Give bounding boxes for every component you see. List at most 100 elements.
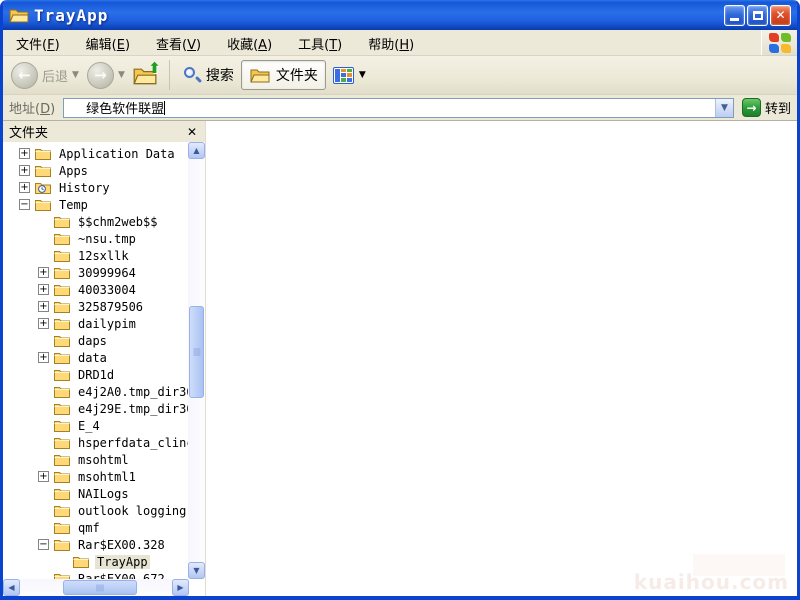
expand-icon[interactable]: + <box>38 284 49 295</box>
minimize-button[interactable] <box>724 5 745 26</box>
folder-icon <box>73 555 90 568</box>
menubar: 文件(F)编辑(E)查看(V)收藏(A)工具(T)帮助(H) <box>3 30 797 56</box>
windows-logo-icon <box>769 33 791 53</box>
tree-item-e4j29e-tmp-dir30[interactable]: e4j29E.tmp_dir30 <box>3 400 188 417</box>
tree-item-msohtml[interactable]: msohtml <box>3 451 188 468</box>
collapse-icon[interactable]: − <box>19 199 30 210</box>
expand-icon[interactable]: + <box>38 352 49 363</box>
address-input[interactable]: 绿色软件联盟 <box>64 98 715 117</box>
expand-icon[interactable]: + <box>38 318 49 329</box>
tree-item-30999964[interactable]: +30999964 <box>3 264 188 281</box>
folders-panel-title: 文件夹 <box>9 122 185 141</box>
tree-item-label: 325879506 <box>76 300 145 314</box>
menu-item-文件[interactable]: 文件(F) <box>3 30 73 55</box>
menu-item-编辑[interactable]: 编辑(E) <box>73 30 143 55</box>
forward-dropdown-icon[interactable]: ▼ <box>118 70 125 80</box>
folder-tree: +Application Data+Apps+History−Temp$$chm… <box>3 142 188 579</box>
maximize-button[interactable] <box>747 5 768 26</box>
folder-icon <box>54 232 71 245</box>
tree-item-e4j2a0-tmp-dir30[interactable]: e4j2A0.tmp_dir30 <box>3 383 188 400</box>
go-arrow-icon: → <box>742 98 761 117</box>
folder-icon <box>54 283 71 296</box>
scroll-left-button[interactable]: ◀ <box>3 579 20 596</box>
menu-item-查看[interactable]: 查看(V) <box>143 30 214 55</box>
green-up-arrow-icon: ⬆ <box>148 59 161 77</box>
tree-item-label: msohtml <box>76 453 131 467</box>
logo-green-pane <box>781 33 791 42</box>
expand-icon[interactable]: + <box>38 301 49 312</box>
vertical-scroll-thumb[interactable] <box>189 306 204 398</box>
folders-panel-header: 文件夹 ✕ <box>3 121 205 142</box>
expand-icon[interactable]: + <box>19 148 30 159</box>
tree-item-apps[interactable]: +Apps <box>3 162 188 179</box>
horizontal-scroll-thumb[interactable] <box>63 580 137 595</box>
tree-item-qmf[interactable]: qmf <box>3 519 188 536</box>
expand-icon[interactable]: + <box>19 165 30 176</box>
tree-item-application-data[interactable]: +Application Data <box>3 145 188 162</box>
tree-item-daps[interactable]: daps <box>3 332 188 349</box>
address-combobox[interactable]: 绿色软件联盟 ▼ <box>63 98 734 118</box>
menu-item-收藏[interactable]: 收藏(A) <box>214 30 285 55</box>
expand-icon[interactable]: + <box>38 471 49 482</box>
tree-item-12sxllk[interactable]: 12sxllk <box>3 247 188 264</box>
vertical-scrollbar[interactable]: ▲ ▼ <box>188 142 205 579</box>
menu-item-帮助[interactable]: 帮助(H) <box>355 30 427 55</box>
views-dropdown-icon[interactable]: ▼ <box>359 70 366 80</box>
tree-item-drd1d[interactable]: DRD1d <box>3 366 188 383</box>
toolbar: ← 后退 ▼ → ▼ ⬆ 搜索 文件 <box>3 56 797 95</box>
menubar-spacer <box>427 30 761 55</box>
folder-icon <box>35 198 52 211</box>
up-folder-icon: ⬆ <box>133 63 159 87</box>
back-dropdown-icon[interactable]: ▼ <box>72 70 79 80</box>
toolbar-separator <box>169 60 170 90</box>
views-icon <box>333 67 354 84</box>
folder-icon <box>54 215 71 228</box>
tree-item-data[interactable]: + data <box>3 349 188 366</box>
search-button[interactable]: 搜索 <box>176 61 241 89</box>
folder-icon <box>35 164 52 177</box>
collapse-icon[interactable]: − <box>38 539 49 550</box>
up-button[interactable]: ⬆ <box>129 61 163 89</box>
tree-item-label: History <box>57 181 112 195</box>
expand-icon[interactable]: + <box>38 267 49 278</box>
expand-icon[interactable]: + <box>19 182 30 193</box>
tree-item-hsperfdata-clinc[interactable]: hsperfdata_clinc <box>3 434 188 451</box>
scroll-right-button[interactable]: ▶ <box>172 579 189 596</box>
back-button[interactable]: ← 后退 ▼ <box>7 60 83 91</box>
forward-icon: → <box>87 62 114 89</box>
tree-item-rar-ex00-672[interactable]: Rar$EX00.672 <box>3 570 188 579</box>
tree-item-dailypim[interactable]: +dailypim <box>3 315 188 332</box>
tree-item-chm2web[interactable]: $$chm2web$$ <box>3 213 188 230</box>
forward-button[interactable]: → ▼ <box>83 60 129 91</box>
tree-item-trayapp[interactable]: TrayApp <box>3 553 188 570</box>
explorer-window: TrayApp ✕ 文件(F)编辑(E)查看(V)收藏(A)工具(T)帮助(H)… <box>0 0 800 600</box>
tree-item-325879506[interactable]: +325879506 <box>3 298 188 315</box>
close-button[interactable]: ✕ <box>770 5 791 26</box>
views-button[interactable]: ▼ <box>326 63 373 88</box>
tree-item-label: data <box>76 351 109 365</box>
tree-item-outlook-logging[interactable]: outlook logging <box>3 502 188 519</box>
history-icon <box>35 181 52 194</box>
tree-item-nailogs[interactable]: NAILogs <box>3 485 188 502</box>
address-dropdown-button[interactable]: ▼ <box>715 99 733 117</box>
tree-item-history[interactable]: + History <box>3 179 188 196</box>
menu-item-工具[interactable]: 工具(T) <box>285 30 355 55</box>
panel-close-button[interactable]: ✕ <box>185 125 199 139</box>
file-list-area[interactable]: kuaihou.com <box>206 121 797 596</box>
tree-item-msohtml1[interactable]: +msohtml1 <box>3 468 188 485</box>
tree-item-label: 12sxllk <box>76 249 131 263</box>
tree-item-e-4[interactable]: E_4 <box>3 417 188 434</box>
tree-item-label: 40033004 <box>76 283 138 297</box>
go-button[interactable]: → 转到 <box>742 98 791 117</box>
folders-button[interactable]: 文件夹 <box>241 60 326 90</box>
horizontal-scrollbar[interactable]: ◀ ▶ <box>3 579 189 596</box>
scroll-down-button[interactable]: ▼ <box>188 562 205 579</box>
folder-icon <box>54 300 71 313</box>
tree-item-rar-ex00-328[interactable]: −Rar$EX00.328 <box>3 536 188 553</box>
scroll-up-button[interactable]: ▲ <box>188 142 205 159</box>
tree-item-nsu-tmp[interactable]: ~nsu.tmp <box>3 230 188 247</box>
tree-item-40033004[interactable]: +40033004 <box>3 281 188 298</box>
tree-item-temp[interactable]: −Temp <box>3 196 188 213</box>
folder-icon <box>54 402 71 415</box>
addressbar: 地址(D) 绿色软件联盟 ▼ → 转到 <box>3 95 797 121</box>
